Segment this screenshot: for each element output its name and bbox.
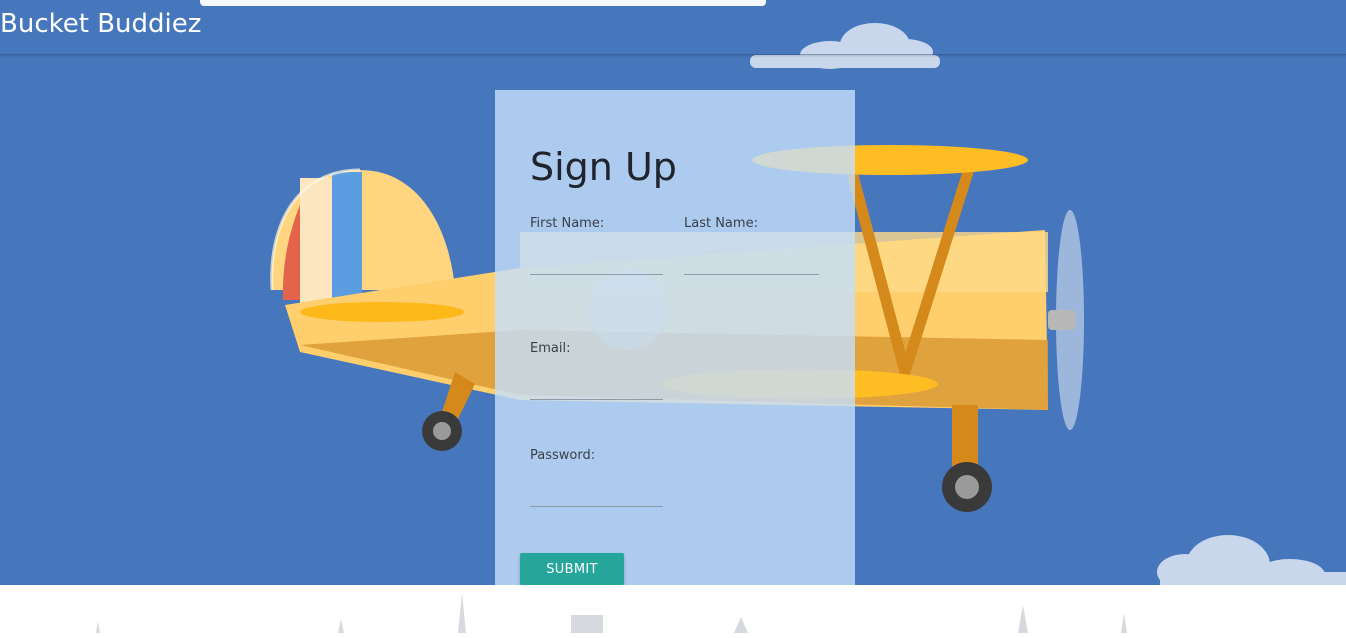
pyramid-roof [734, 617, 748, 633]
password-label: Password: [530, 448, 596, 463]
propeller [1048, 210, 1084, 430]
signup-page: Bucket Buddiez Sign Up First Name: Last … [0, 0, 1346, 638]
page-title: Sign Up [530, 145, 677, 189]
tower-spire-2 [1018, 605, 1028, 633]
email-field[interactable] [530, 377, 663, 400]
first-name-label: First Name: [530, 216, 605, 231]
tower-spire-3 [1121, 613, 1127, 633]
spire-small-2 [338, 619, 344, 633]
signup-form: Sign Up First Name: Last Name: Email: Pa… [495, 90, 855, 585]
first-name-field[interactable] [530, 252, 663, 275]
cloud-bottom-right [1157, 535, 1346, 585]
spire-small-1 [96, 621, 100, 633]
landing-gear-front [942, 405, 992, 512]
city-skyline-icon [96, 593, 1127, 633]
last-name-label: Last Name: [684, 216, 758, 231]
submit-button[interactable]: SUBMIT [520, 553, 624, 585]
colonnade-building [571, 615, 603, 633]
brand-title[interactable]: Bucket Buddiez [0, 9, 201, 39]
city-skyline-footer [0, 585, 1346, 638]
password-field[interactable] [530, 484, 663, 507]
last-name-field[interactable] [684, 252, 819, 275]
email-label: Email: [530, 341, 571, 356]
tail-wing [300, 302, 464, 322]
top-navbar: Bucket Buddiez [0, 0, 1346, 55]
tower-spire-1 [458, 593, 466, 633]
